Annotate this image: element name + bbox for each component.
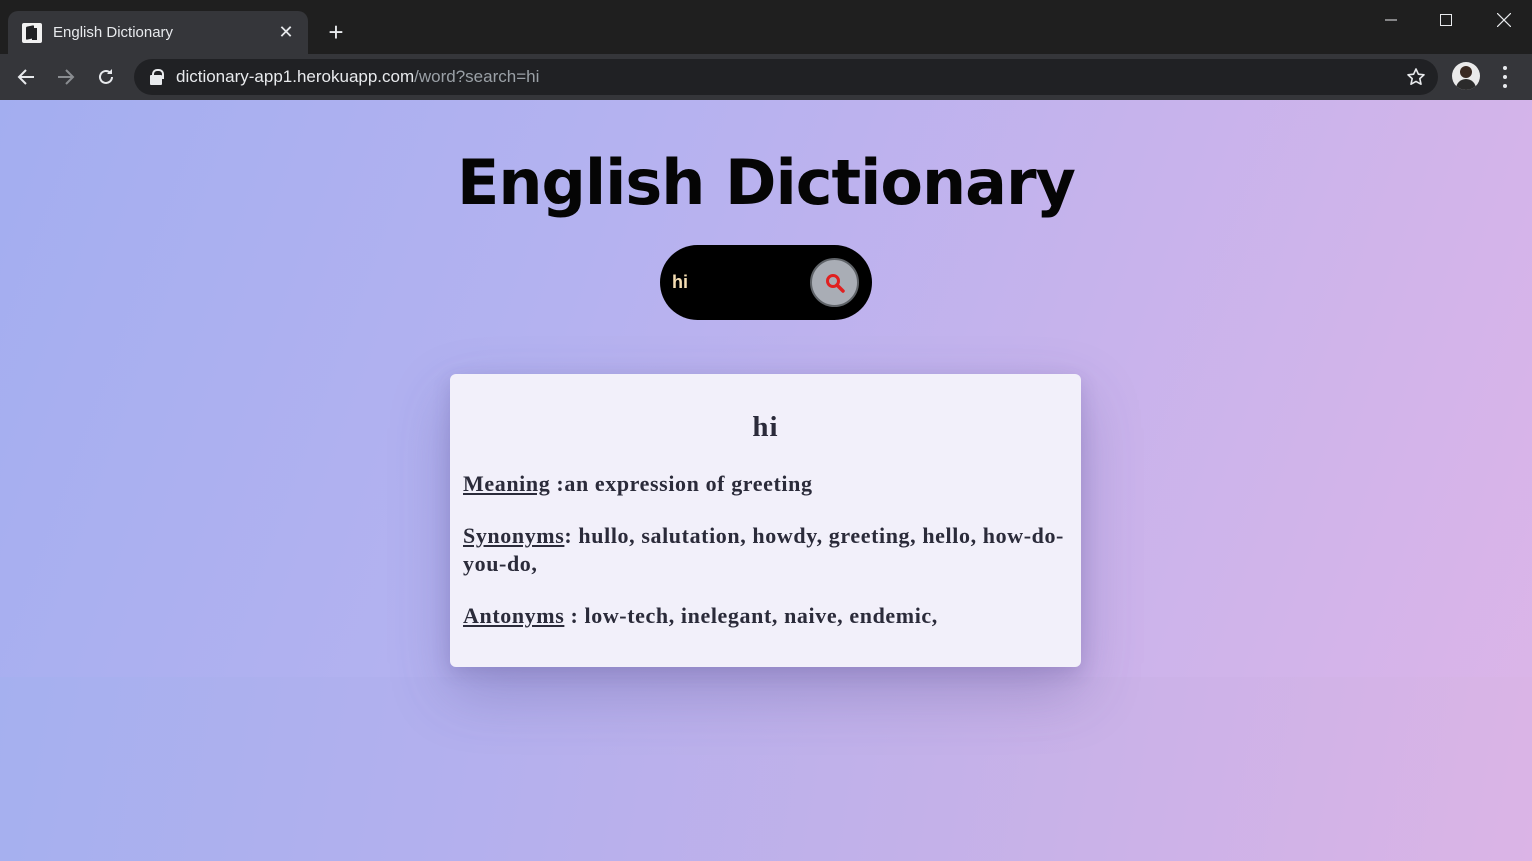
meaning-label: Meaning	[463, 471, 551, 496]
meaning-row: Meaning :an expression of greeting	[463, 470, 1068, 498]
reload-icon	[99, 69, 113, 84]
close-tab-icon[interactable]: ✕	[276, 22, 296, 43]
result-card: hi Meaning :an expression of greeting Sy…	[450, 374, 1081, 667]
back-button[interactable]	[11, 62, 41, 92]
page-title: English Dictionary	[457, 146, 1076, 219]
magnifier-icon	[825, 273, 845, 293]
browser-menu-button[interactable]	[1495, 66, 1515, 88]
profile-avatar[interactable]	[1452, 62, 1480, 90]
synonyms-label: Synonyms	[463, 523, 565, 548]
tab-title: English Dictionary	[53, 24, 174, 41]
bookmark-star-icon[interactable]	[1406, 67, 1426, 87]
url-path: /word?search=hi	[414, 67, 540, 86]
result-word: hi	[752, 411, 779, 443]
arrow-left-icon	[17, 69, 34, 85]
address-bar[interactable]: dictionary-app1.herokuapp.com /word?sear…	[134, 59, 1438, 95]
minimize-window-button[interactable]	[1368, 0, 1414, 40]
meaning-text: :an expression of greeting	[550, 471, 813, 496]
reload-button[interactable]	[91, 62, 121, 92]
search-input[interactable]	[672, 267, 792, 297]
page-viewport: English Dictionary hi Meaning :an expres…	[0, 100, 1532, 861]
forward-button[interactable]	[51, 62, 81, 92]
synonyms-row: Synonyms: hullo, salutation, howdy, gree…	[463, 522, 1068, 578]
close-window-button[interactable]	[1481, 0, 1527, 40]
antonyms-text: : low-tech, inelegant, naive, endemic,	[564, 603, 938, 628]
lock-icon[interactable]	[150, 69, 164, 85]
browser-tab[interactable]: English Dictionary ✕	[8, 11, 308, 54]
browser-toolbar: dictionary-app1.herokuapp.com /word?sear…	[0, 54, 1532, 100]
browser-tab-strip: English Dictionary ✕ +	[0, 0, 1532, 54]
antonyms-label: Antonyms	[463, 603, 565, 628]
search-form	[660, 245, 872, 320]
antonyms-row: Antonyms : low-tech, inelegant, naive, e…	[463, 602, 1068, 630]
maximize-window-button[interactable]	[1423, 0, 1469, 40]
page-background-lower	[0, 677, 1532, 861]
new-tab-button[interactable]: +	[322, 18, 350, 46]
search-button[interactable]	[810, 258, 859, 307]
url-host: dictionary-app1.herokuapp.com	[176, 67, 415, 86]
site-favicon-icon	[22, 22, 42, 43]
arrow-right-icon	[58, 69, 75, 85]
